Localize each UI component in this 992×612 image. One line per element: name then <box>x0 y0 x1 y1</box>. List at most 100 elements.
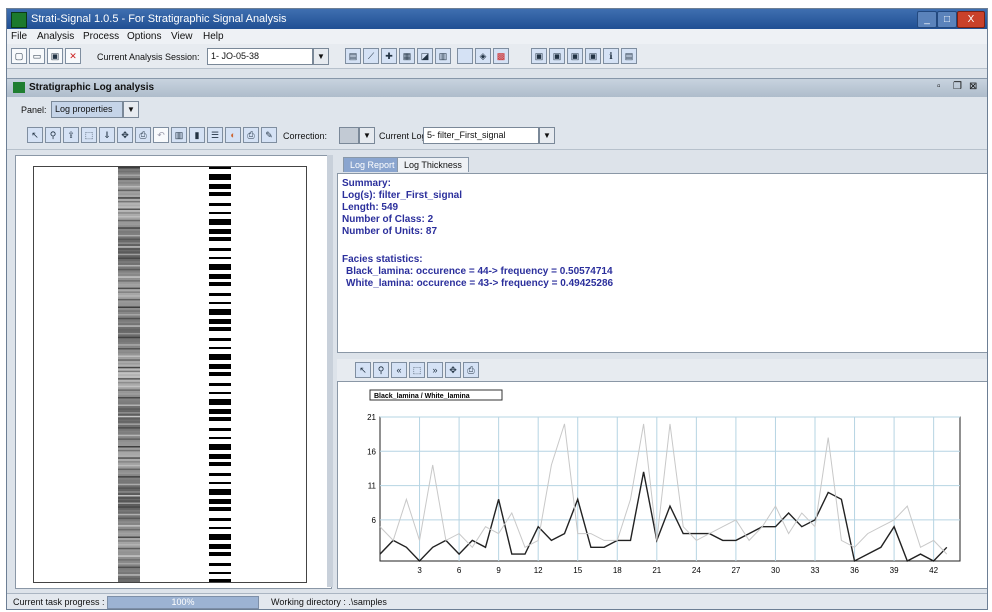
stop-icon[interactable]: ▩ <box>493 48 509 64</box>
inner-minimize-icon[interactable]: ▫ <box>937 81 941 92</box>
lamina-bar <box>209 567 231 572</box>
correction-select[interactable] <box>339 127 359 144</box>
rock-texture-stripe <box>118 472 140 474</box>
rock-texture-stripe <box>118 167 140 169</box>
lamina-bar <box>209 399 231 405</box>
info-icon[interactable]: ℹ <box>603 48 619 64</box>
current-log-select[interactable]: 5- filter_First_signal <box>423 127 539 144</box>
title-bar: Strati-Signal 1.0.5 - For Stratigraphic … <box>7 9 987 29</box>
rock-texture-stripe <box>118 268 140 271</box>
rock-texture-stripe <box>118 287 140 290</box>
save-file-icon[interactable]: ▣ <box>47 48 63 64</box>
chart-select-icon[interactable]: ⬚ <box>409 362 425 378</box>
chart-zoom-icon[interactable]: ⚲ <box>373 362 389 378</box>
lamina-bar <box>209 184 231 189</box>
rock-texture-stripe <box>118 389 140 391</box>
lamina-bar <box>209 440 231 444</box>
rock-texture-stripe <box>118 332 140 335</box>
inner-restore-icon[interactable]: ❐ <box>953 81 962 92</box>
lamina-bar <box>209 361 231 364</box>
chart-x-ticks: 3 6 9 12 15 18 21 24 27 30 33 36 39 42 <box>417 566 938 575</box>
lamina-bar <box>209 264 231 270</box>
edit-icon[interactable]: ✎ <box>261 127 277 143</box>
menu-process[interactable]: Process <box>83 31 119 42</box>
print-icon[interactable]: ⎙ <box>135 127 151 143</box>
lamina-bar <box>209 534 231 540</box>
window-3-icon[interactable]: ▣ <box>567 48 583 64</box>
layers-icon[interactable]: ☰ <box>207 127 223 143</box>
bar-chart-icon[interactable]: ▥ <box>435 48 451 64</box>
session-dropdown-icon[interactable]: ▼ <box>313 48 329 65</box>
undo-icon[interactable]: ↶ <box>153 127 169 143</box>
pointer-icon[interactable]: ↖ <box>27 127 43 143</box>
close-button[interactable]: X <box>957 11 985 28</box>
rock-texture-stripe <box>118 528 140 531</box>
minimize-button[interactable]: _ <box>917 11 937 28</box>
lamina-bar <box>209 282 231 286</box>
report-classes: Number of Class: 2 <box>342 214 434 225</box>
upload-icon[interactable]: ⇪ <box>63 127 79 143</box>
y-tick-label: 16 <box>367 447 376 456</box>
signal-icon[interactable]: ⟋ <box>363 48 379 64</box>
panel-dropdown-icon[interactable]: ▼ <box>123 101 139 118</box>
menu-view[interactable]: View <box>171 31 193 42</box>
document-icon[interactable]: ▦ <box>399 48 415 64</box>
window-1-icon[interactable]: ▣ <box>531 48 547 64</box>
panel-select[interactable]: Log properties <box>51 101 123 118</box>
delete-icon[interactable]: ✕ <box>65 48 81 64</box>
inner-close-icon[interactable]: ⊠ <box>969 81 977 92</box>
rock-texture-stripe <box>118 438 140 440</box>
print-preview-icon[interactable]: ⎙ <box>243 127 259 143</box>
rock-texture-stripe <box>118 238 140 241</box>
tab-log-report[interactable]: Log Report <box>343 157 402 172</box>
table-icon[interactable]: ▥ <box>171 127 187 143</box>
session-select[interactable]: 1- JO-05-38 <box>207 48 313 65</box>
resize-icon[interactable]: ✥ <box>117 127 133 143</box>
x-tick-label: 3 <box>417 566 422 575</box>
rock-texture-stripe <box>118 483 140 486</box>
menu-options[interactable]: Options <box>127 31 161 42</box>
move-icon[interactable]: ✚ <box>381 48 397 64</box>
correction-dropdown-icon[interactable]: ▼ <box>359 127 375 144</box>
session-label: Current Analysis Session: <box>97 52 200 62</box>
graph-icon[interactable]: ◪ <box>417 48 433 64</box>
palette-icon[interactable]: ◐ <box>225 127 241 143</box>
log-report-panel: Summary: Log(s): filter_First_signal Len… <box>337 173 987 353</box>
menu-analysis[interactable]: Analysis <box>37 31 74 42</box>
rock-texture-stripe <box>118 381 140 384</box>
window-2-icon[interactable]: ▣ <box>549 48 565 64</box>
rock-texture-stripe <box>118 453 140 455</box>
lamina-bar <box>209 219 231 225</box>
rock-texture-stripe <box>118 276 140 278</box>
app-icon <box>11 12 27 28</box>
lamina-bar <box>209 235 231 237</box>
rock-texture-stripe <box>118 314 140 316</box>
current-log-dropdown-icon[interactable]: ▼ <box>539 127 555 144</box>
lamina-bar <box>209 354 231 360</box>
log-toolbar: ↖ ⚲ ⇪ ⬚ ⇓ ✥ ⎙ ↶ ▥ ▮ ☰ ◐ ⎙ ✎ Correction: … <box>7 123 987 150</box>
rock-texture-stripe <box>118 317 140 320</box>
chart-move-icon[interactable]: ✥ <box>445 362 461 378</box>
filter-icon[interactable]: ◈ <box>475 48 491 64</box>
open-file-icon[interactable]: ▭ <box>29 48 45 64</box>
select-area-icon[interactable]: ⬚ <box>81 127 97 143</box>
chart-rewind-icon[interactable]: « <box>391 362 407 378</box>
download-icon[interactable]: ⇓ <box>99 127 115 143</box>
chart-pointer-icon[interactable]: ↖ <box>355 362 371 378</box>
pane-splitter[interactable] <box>327 155 333 587</box>
zoom-icon[interactable]: ⚲ <box>45 127 61 143</box>
columns-icon[interactable]: ▮ <box>189 127 205 143</box>
rock-texture-stripe <box>118 566 140 569</box>
calendar-icon[interactable]: ▤ <box>621 48 637 64</box>
chart-print-icon[interactable]: ⎙ <box>463 362 479 378</box>
menu-help[interactable]: Help <box>203 31 224 42</box>
maximize-button[interactable]: □ <box>937 11 957 28</box>
data-icon[interactable]: ▤ <box>345 48 361 64</box>
menu-file[interactable]: File <box>11 31 27 42</box>
tab-log-thickness[interactable]: Log Thickness <box>397 157 469 172</box>
new-file-icon[interactable]: ▢ <box>11 48 27 64</box>
chart-forward-icon[interactable]: » <box>427 362 443 378</box>
lamina-bar <box>209 302 231 304</box>
blank-icon[interactable] <box>457 48 473 64</box>
window-4-icon[interactable]: ▣ <box>585 48 601 64</box>
